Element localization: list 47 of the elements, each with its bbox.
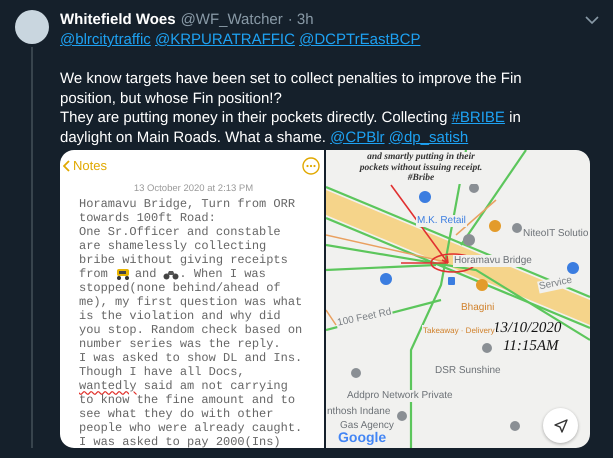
note-line: number series was the reply. [78, 337, 282, 352]
note-line: me), my first question was what [78, 295, 304, 310]
motorbike-icon [163, 268, 180, 280]
map-label: Takeaway · Delivery [422, 325, 496, 337]
navigation-arrow-icon [554, 418, 568, 432]
note-line: to know the fine amount and to [78, 393, 296, 408]
note-text: said am not carrying [142, 379, 288, 394]
map-logo: Google [338, 429, 386, 445]
note-line: people who were already caught. [78, 421, 304, 436]
note-line: I was asked to pay 2000(Ins) [78, 435, 282, 448]
author-name[interactable]: Whitefield Woes [60, 10, 176, 30]
note-date: 13 October 2020 at 2:13 PM [132, 182, 254, 196]
mention-link[interactable]: @CPBlr [330, 128, 385, 146]
auto-rickshaw-icon [114, 268, 131, 280]
note-line: you stop. Random check based on [78, 323, 304, 338]
map-label: M.K. Retail [416, 215, 467, 227]
mention-link[interactable]: @blrcitytraffic [60, 31, 151, 48]
note-line: see what they do with other [78, 407, 274, 422]
note-line: stopped(none behind/ahead of [78, 281, 282, 296]
note-line: is the violation and why did [78, 309, 282, 324]
avatar[interactable] [15, 10, 49, 44]
timestamp-text: 13/10/2020 [493, 320, 562, 336]
mention-link[interactable]: @DCPTrEastBCP [299, 31, 420, 48]
note-line: towards 100ft Road: [78, 211, 217, 226]
author-handle: @WF_Watcher [180, 10, 283, 30]
tweet-time: · 3h [288, 10, 314, 30]
chevron-left-icon [63, 160, 70, 172]
note-line: One Sr.Officer and constable [78, 225, 282, 240]
map-label: Horamavu Bridge [453, 255, 533, 267]
note-text: from [79, 267, 108, 282]
map-label: Addpro Network Private [346, 390, 454, 402]
note-text: . When I was [179, 267, 266, 282]
map-label: Bhagini [460, 302, 496, 314]
note-line: I was asked to show DL and Ins. [78, 351, 304, 366]
tweet-text: We know targets have been set to collect penalties to improve the Fin position, but whose Fin position!? [60, 69, 523, 108]
map-label: Gas Agency [339, 420, 395, 432]
tweet-text: They are putting money in their pockets directly. Collecting #BRIBE in daylight on Main Roads. What a shame. @CPBlr @dp_satish [60, 108, 522, 147]
timestamp-text: 11:15AM [503, 338, 559, 354]
mention-link[interactable]: @KRPURATRAFFIC [154, 31, 295, 48]
note-text: and [134, 267, 156, 282]
note-line: bribe without giving receipts [78, 253, 289, 268]
note-line: Though I have all Docs, [78, 365, 246, 380]
hashtag-link[interactable]: #BRIBE [452, 109, 505, 126]
misspelled-word: wantedly [79, 379, 137, 394]
note-line: are shamelessly collecting [78, 239, 268, 254]
mention-link[interactable]: @dp_satish [388, 128, 468, 146]
note-line: Horamavu Bridge, Turn from ORR [78, 197, 296, 212]
